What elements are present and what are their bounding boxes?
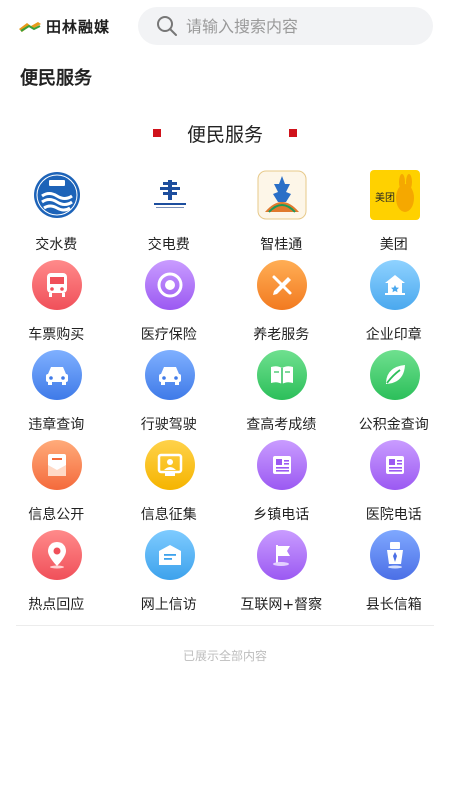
car-license-icon bbox=[144, 350, 195, 400]
section-marker-left bbox=[152, 129, 161, 137]
service-row: 车票购买 医疗保险 养老服务 企业印章 bbox=[0, 260, 450, 350]
flag-inspection-icon bbox=[257, 530, 307, 580]
service-hotspot-response[interactable]: 热点回应 bbox=[0, 530, 113, 620]
service-meituan[interactable]: 美团 美团 bbox=[338, 170, 450, 260]
car-violation-icon bbox=[32, 350, 82, 400]
meituan-icon-text: 美团 bbox=[375, 191, 395, 204]
meituan-icon: 美团 bbox=[369, 170, 420, 220]
service-label: 医疗保险 bbox=[140, 327, 197, 343]
exam-book-icon bbox=[257, 350, 307, 400]
service-company-seal[interactable]: 企业印章 bbox=[338, 260, 450, 350]
service-grid: 交水费 交电费 智桂通 美团 美团 车票购买 医疗保险 养老服务 企业印章 违章… bbox=[0, 170, 450, 620]
service-row: 违章查询 行驶驾驶 查高考成绩 公积金查询 bbox=[0, 350, 450, 440]
service-zhiguitong[interactable]: 智桂通 bbox=[225, 170, 338, 260]
search-input[interactable] bbox=[186, 16, 416, 36]
service-label: 交水费 bbox=[35, 237, 78, 253]
service-label: 养老服务 bbox=[253, 327, 310, 343]
service-label: 信息征集 bbox=[140, 507, 197, 523]
search-icon bbox=[156, 15, 178, 37]
service-label: 智桂通 bbox=[260, 237, 303, 253]
service-mayor-mailbox[interactable]: 县长信箱 bbox=[338, 530, 450, 620]
service-row: 信息公开 信息征集 乡镇电话 医院电话 bbox=[0, 440, 450, 530]
service-label: 网上信访 bbox=[140, 597, 197, 613]
service-bus-ticket[interactable]: 车票购买 bbox=[0, 260, 113, 350]
top-bar: 田林融媒 bbox=[0, 0, 450, 52]
service-label: 交电费 bbox=[147, 237, 190, 253]
service-label: 医院电话 bbox=[365, 507, 422, 523]
bus-icon bbox=[32, 260, 82, 310]
service-row: 交水费 交电费 智桂通 美团 美团 bbox=[0, 170, 450, 260]
service-label: 美团 bbox=[379, 237, 408, 253]
service-label: 乡镇电话 bbox=[253, 507, 310, 523]
service-label: 县长信箱 bbox=[365, 597, 422, 613]
service-row: 热点回应 网上信访 互联网+督察 县长信箱 bbox=[0, 530, 450, 620]
township-phone-icon bbox=[257, 440, 307, 490]
search-bar[interactable] bbox=[138, 7, 433, 45]
service-label: 企业印章 bbox=[365, 327, 422, 343]
service-hospital-phone[interactable]: 医院电话 bbox=[338, 440, 450, 530]
water-bill-icon bbox=[32, 170, 82, 220]
service-township-phone[interactable]: 乡镇电话 bbox=[225, 440, 338, 530]
pension-icon bbox=[257, 260, 307, 310]
service-driving-license[interactable]: 行驶驾驶 bbox=[113, 350, 226, 440]
section-title: 便民服务 bbox=[186, 123, 263, 146]
service-label: 查高考成绩 bbox=[246, 417, 317, 433]
service-info-collection[interactable]: 信息征集 bbox=[113, 440, 226, 530]
service-exam-score[interactable]: 查高考成绩 bbox=[225, 350, 338, 440]
location-pin-icon bbox=[32, 530, 82, 580]
electricity-bill-icon bbox=[144, 170, 195, 220]
company-seal-icon bbox=[369, 260, 420, 310]
medical-insurance-icon bbox=[144, 260, 195, 310]
online-petition-icon bbox=[144, 530, 195, 580]
service-violation-query[interactable]: 违章查询 bbox=[0, 350, 113, 440]
end-of-list-note: 已展示全部内容 bbox=[182, 649, 267, 663]
service-pension[interactable]: 养老服务 bbox=[225, 260, 338, 350]
info-disclosure-icon bbox=[32, 440, 82, 490]
section-header: 便民服务 bbox=[0, 118, 450, 148]
section-marker-right bbox=[289, 129, 297, 137]
service-label: 车票购买 bbox=[28, 327, 85, 343]
info-collection-icon bbox=[144, 440, 195, 490]
zhiguitong-icon bbox=[257, 170, 307, 220]
service-label: 行驶驾驶 bbox=[140, 417, 197, 433]
app-logo[interactable]: 田林融媒 bbox=[18, 14, 110, 38]
service-internet-inspection[interactable]: 互联网+督察 bbox=[225, 530, 338, 620]
logo-text: 田林融媒 bbox=[46, 17, 111, 36]
service-label: 互联网+督察 bbox=[240, 597, 323, 613]
page-title: 便民服务 bbox=[20, 68, 92, 89]
hospital-phone-icon bbox=[369, 440, 420, 490]
service-label: 热点回应 bbox=[28, 597, 85, 613]
service-label: 违章查询 bbox=[28, 417, 85, 433]
service-water-bill[interactable]: 交水费 bbox=[0, 170, 113, 260]
service-housing-fund[interactable]: 公积金查询 bbox=[338, 350, 450, 440]
service-label: 公积金查询 bbox=[358, 417, 429, 433]
service-electricity-bill[interactable]: 交电费 bbox=[113, 170, 226, 260]
service-online-petition[interactable]: 网上信访 bbox=[113, 530, 226, 620]
divider bbox=[16, 625, 434, 626]
service-medical-insurance[interactable]: 医疗保险 bbox=[113, 260, 226, 350]
mayor-mailbox-icon bbox=[369, 530, 420, 580]
housing-fund-icon bbox=[369, 350, 420, 400]
service-label: 信息公开 bbox=[28, 507, 85, 523]
logo-mark-icon bbox=[18, 19, 42, 33]
service-info-disclosure[interactable]: 信息公开 bbox=[0, 440, 113, 530]
